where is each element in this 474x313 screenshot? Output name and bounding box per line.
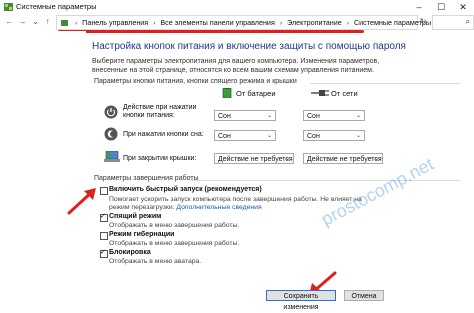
fast-startup-desc-line2: перезагрузки. (131, 204, 175, 211)
column-header-power: От сети (331, 89, 358, 98)
select-value: Действие не требуется (307, 156, 382, 163)
watermark: prostocomp.net (318, 153, 437, 230)
forward-icon[interactable]: → (17, 16, 28, 28)
left-panel (0, 31, 86, 307)
page-intro: Выберите параметры электропитания для ва… (92, 58, 380, 74)
chevron-down-icon: ⌄ (284, 156, 290, 162)
minimize-button[interactable]: – (408, 0, 430, 14)
search-icon: ⌕ (465, 17, 470, 26)
select-value: Сон (218, 133, 231, 140)
laptop-lid-icon (104, 151, 120, 162)
hibernate-title: Режим гибернации (109, 231, 175, 238)
chevron-right-icon: › (75, 20, 78, 27)
sleep-title: Спящий режим (109, 213, 162, 220)
select-value: Сон (307, 133, 320, 140)
select-value: Сон (218, 113, 231, 120)
annotation-arrow-icon (67, 188, 96, 215)
lock-description: Отображать в меню аватара. (109, 258, 202, 265)
column-header-battery: От батареи (236, 89, 276, 98)
sleep-description: Отображать в меню завершения работы. (109, 222, 240, 229)
select-value: Действие не требуется (218, 156, 293, 163)
hibernate-description: Отображать в меню завершения работы. (109, 240, 240, 247)
annotation-underline (58, 30, 364, 33)
fast-startup-checkbox[interactable] (100, 187, 108, 195)
breadcrumb[interactable]: › Панель управления › Все элементы панел… (56, 15, 431, 30)
shutdown-group-label: Параметры завершения работы (94, 175, 199, 182)
sleep-button-icon (104, 127, 118, 141)
breadcrumb-item-all-items[interactable]: Все элементы панели управления (160, 18, 274, 27)
select-power-button-power[interactable]: Сон ⌄ (303, 110, 365, 121)
select-value: Сон (307, 113, 320, 120)
lock-title: Блокировка (109, 249, 151, 256)
row-label-lid-close: При закрытии крышки: (123, 155, 197, 162)
lock-checkbox[interactable] (100, 248, 108, 258)
maximize-button[interactable]: ☐ (430, 0, 452, 14)
select-power-button-battery[interactable]: Сон ⌄ (214, 110, 276, 121)
window-title: Системные параметры (16, 2, 97, 11)
chevron-down-icon: ⌄ (266, 133, 272, 139)
select-lid-close-battery[interactable]: Действие не требуется ⌄ (214, 153, 294, 164)
breadcrumb-item-control-panel[interactable]: Панель управления (82, 18, 148, 27)
breadcrumb-control-panel-icon (61, 20, 68, 26)
refresh-icon[interactable]: ↻ (418, 16, 428, 28)
sleep-checkbox[interactable] (100, 212, 108, 222)
power-plug-icon (311, 90, 329, 96)
up-icon[interactable]: ↑ (42, 16, 53, 28)
divider (310, 83, 460, 84)
row-label-sleep-button: При нажатии кнопки сна: (123, 131, 204, 138)
fast-startup-title: Включить быстрый запуск (рекомендуется) (109, 186, 262, 193)
chevron-right-icon: › (346, 20, 349, 27)
breadcrumb-item-power-options[interactable]: Электропитание (287, 18, 342, 27)
search-input[interactable]: ⌕ (432, 15, 474, 30)
save-button[interactable]: Сохранить изменения (266, 290, 336, 311)
row-label-power-button: Действие при нажатии кнопки питания: (123, 104, 197, 119)
power-buttons-group-label: Параметры кнопки питания, кнопки спящего… (94, 78, 297, 85)
back-icon[interactable]: ← (4, 16, 15, 28)
close-button[interactable]: ✕ (452, 0, 474, 14)
power-button-icon (104, 105, 118, 119)
select-sleep-button-battery[interactable]: Сон ⌄ (214, 130, 276, 141)
control-panel-icon (4, 3, 13, 11)
chevron-down-icon: ⌄ (373, 156, 379, 162)
more-info-link[interactable]: Дополнительные сведения (176, 204, 261, 211)
page-title: Настройка кнопок питания и включение защ… (92, 41, 406, 52)
battery-icon (222, 88, 232, 98)
title-bar: Системные параметры – ☐ ✕ (0, 0, 474, 15)
address-bar: ← → ⌄ ↑ › Панель управления › Все элемен… (0, 14, 474, 31)
chevron-right-icon: › (153, 20, 156, 27)
chevron-down-icon: ⌄ (355, 133, 361, 139)
cancel-button[interactable]: Отмена (344, 290, 384, 301)
select-lid-close-power[interactable]: Действие не требуется ⌄ (303, 153, 383, 164)
recent-chevron-icon[interactable]: ⌄ (30, 16, 41, 28)
select-sleep-button-power[interactable]: Сон ⌄ (303, 130, 365, 141)
chevron-down-icon: ⌄ (355, 113, 361, 119)
chevron-right-icon: › (279, 20, 283, 27)
hibernate-checkbox[interactable] (100, 232, 108, 240)
chevron-down-icon: ⌄ (266, 113, 272, 119)
